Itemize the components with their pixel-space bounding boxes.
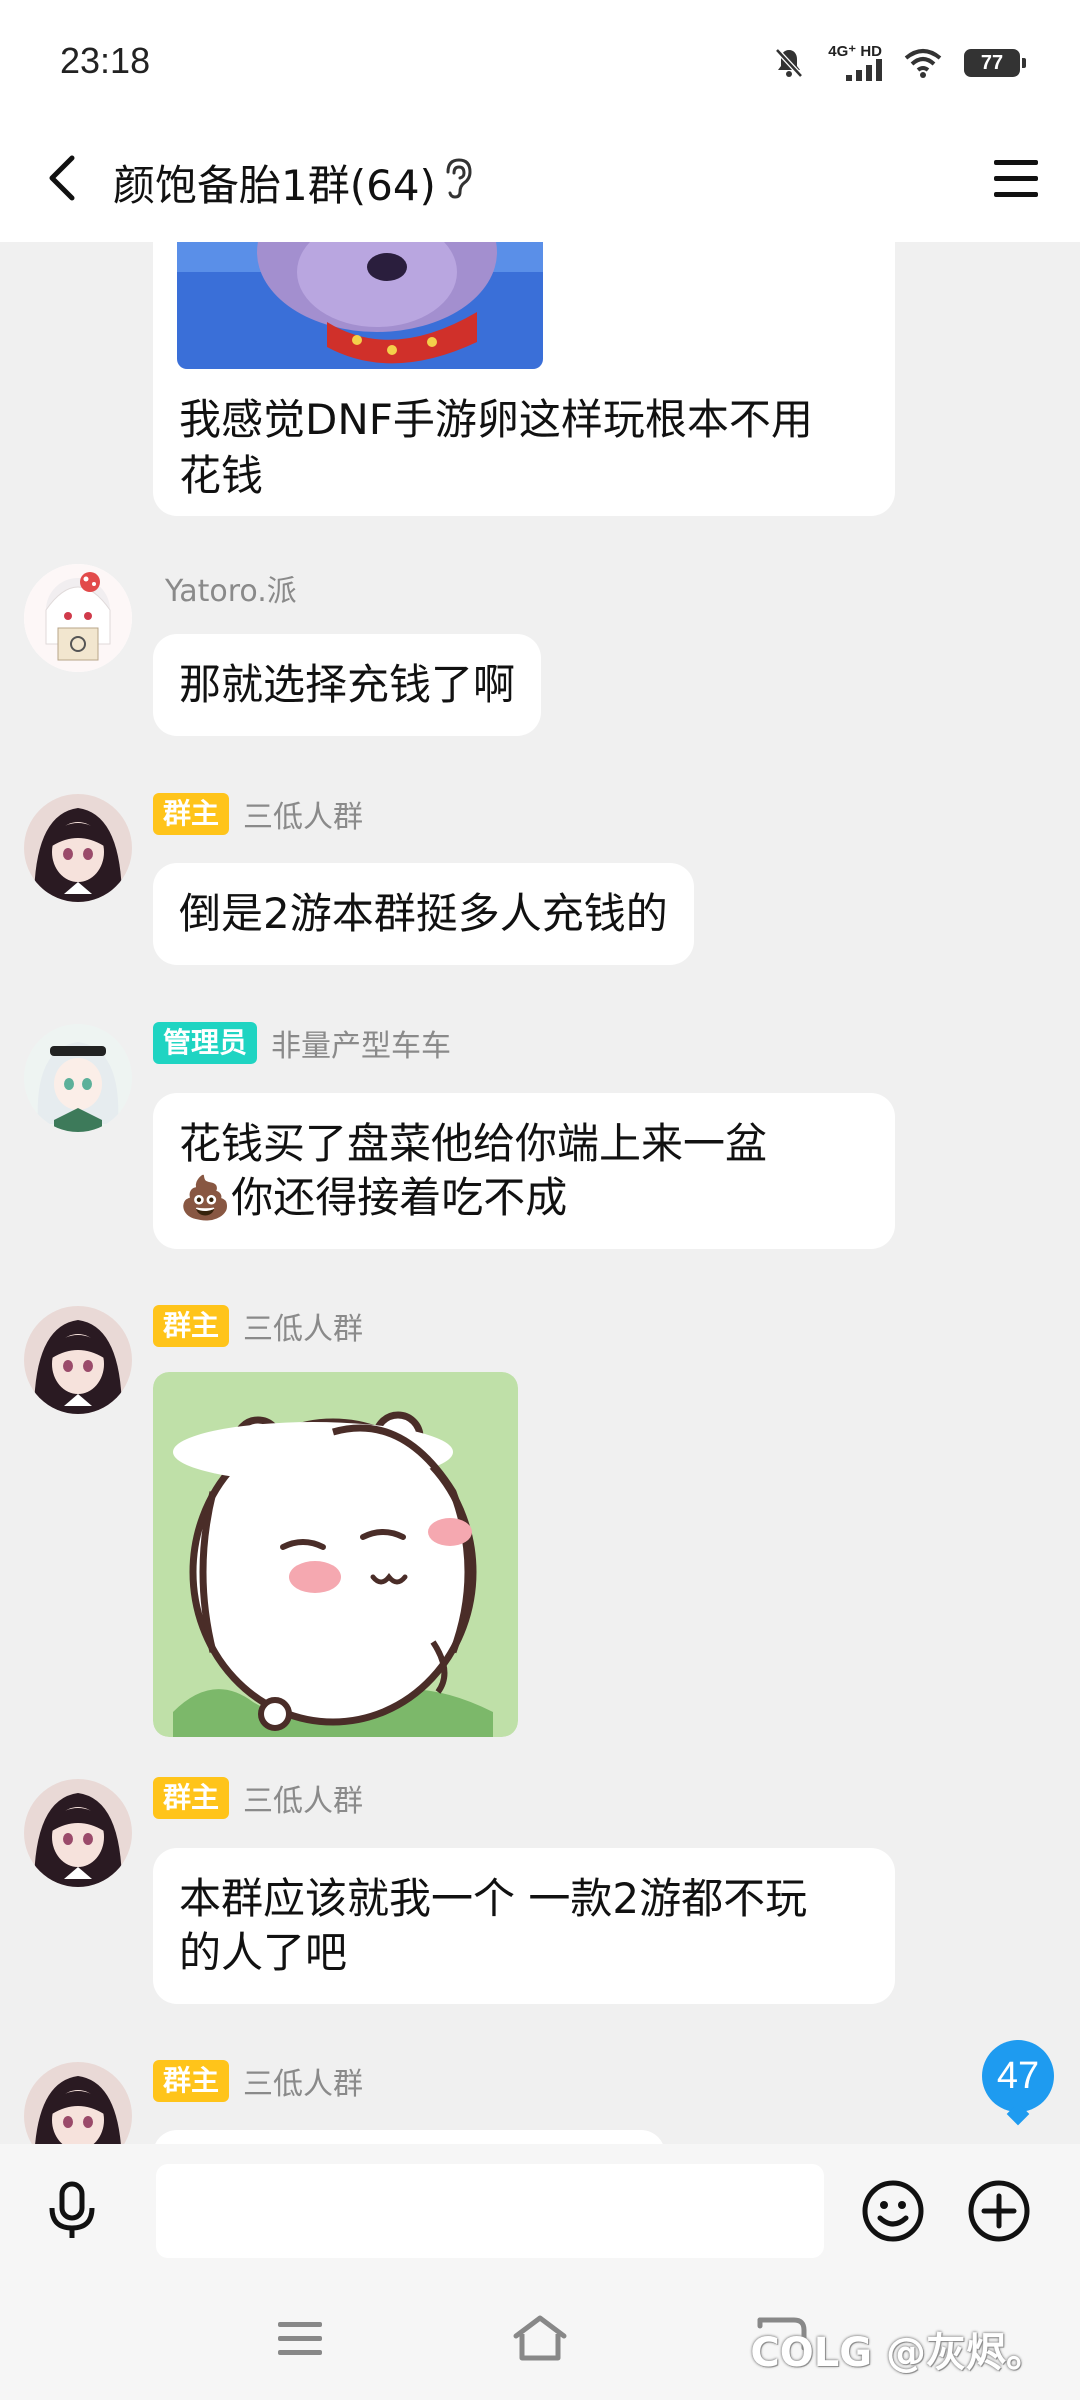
chat-header: 颜饱备胎1群(64) [0,120,1080,242]
message-text: 花钱买了盘菜他给你端上来一盆 💩你还得接着吃不成 [179,1119,768,1222]
avatar[interactable] [24,564,132,672]
chat-title[interactable]: 颜饱备胎1群(64) [113,152,436,213]
watermark: COLG @灰烬。 [750,2330,1046,2376]
input-bar [0,2144,1080,2276]
sender-row: 管理员 非量产型车车 [153,1021,451,1065]
owner-badge: 群主 [153,1777,230,1819]
avatar[interactable] [24,1024,132,1132]
message-bubble[interactable] [153,2130,665,2144]
message-bubble[interactable]: 本群应该就我一个 一款2游都不玩 的人了吧 [153,1848,895,2004]
status-bar: 23:18 4G⁺ HD 77 [0,0,1080,120]
admin-badge: 管理员 [153,1022,258,1064]
sticker-image[interactable] [153,1372,518,1737]
owner-badge: 群主 [153,2060,230,2102]
signal-bars-icon [846,59,882,81]
message-text: 那就选择充钱了啊 [179,660,516,709]
mute-bell-icon [775,47,804,78]
emoji-icon[interactable] [860,2178,926,2244]
message-bubble[interactable]: 花钱买了盘菜他给你端上来一盆 💩你还得接着吃不成 [153,1093,895,1249]
sender-row: 群主 三低人群 [153,2059,363,2103]
unread-count-badge[interactable]: 47 [982,2040,1054,2112]
battery-indicator: 77 [964,48,1026,77]
sticker-image[interactable] [177,242,543,369]
sender-row: 群主 三低人群 [153,1304,363,1348]
ear-icon[interactable] [440,156,476,200]
recent-apps-icon[interactable] [270,2312,330,2364]
back-arrow-icon[interactable] [36,150,92,206]
owner-badge: 群主 [153,1305,230,1347]
microphone-icon[interactable] [40,2178,104,2242]
cell-signal: 4G⁺ HD [828,44,882,81]
avatar-image [24,564,132,672]
status-time: 23:18 [60,40,151,81]
owner-badge: 群主 [153,793,230,835]
message-text: 倒是2游本群挺多人充钱的 [179,889,668,938]
home-icon[interactable] [510,2312,570,2364]
sender-name[interactable]: 三低人群 [243,1776,363,1820]
message-text: 本群应该就我一个 一款2游都不玩 的人了吧 [179,1874,808,1977]
avatar[interactable] [24,794,132,902]
message-list[interactable]: 我感觉DNF手游卵这样玩根本不用 花钱 Yatoro.派 那就选择充钱了啊 群主… [0,242,1080,2144]
wifi-icon [904,48,942,78]
avatar-image [24,2062,132,2144]
message-bubble[interactable]: 倒是2游本群挺多人充钱的 [153,863,694,965]
network-label: 4G⁺ HD [828,43,882,60]
avatar-image [24,1779,132,1887]
sender-name[interactable]: 三低人群 [243,1304,363,1348]
message-bubble[interactable]: 那就选择充钱了啊 [153,634,542,736]
menu-icon[interactable] [988,150,1044,206]
message-text: 我感觉DNF手游卵这样玩根本不用 花钱 [179,395,813,500]
sender-row: 群主 三低人群 [153,1776,363,1820]
avatar[interactable] [24,1306,132,1414]
sender-row: 群主 三低人群 [153,792,363,836]
sender-row: Yatoro.派 [165,566,297,610]
status-icons: 4G⁺ HD 77 [772,44,1026,81]
avatar-image [24,794,132,902]
avatar[interactable] [24,1779,132,1887]
avatar-image [24,1024,132,1132]
avatar[interactable] [24,2062,132,2144]
sender-name[interactable]: 三低人群 [243,2059,363,2103]
plus-icon[interactable] [966,2178,1032,2244]
message-bubble[interactable]: 我感觉DNF手游卵这样玩根本不用 花钱 [153,242,895,516]
sender-name[interactable]: Yatoro.派 [165,566,297,610]
sender-name[interactable]: 三低人群 [243,792,363,836]
avatar-image [24,1306,132,1414]
sender-name[interactable]: 非量产型车车 [271,1021,451,1065]
message-input[interactable] [156,2164,824,2258]
